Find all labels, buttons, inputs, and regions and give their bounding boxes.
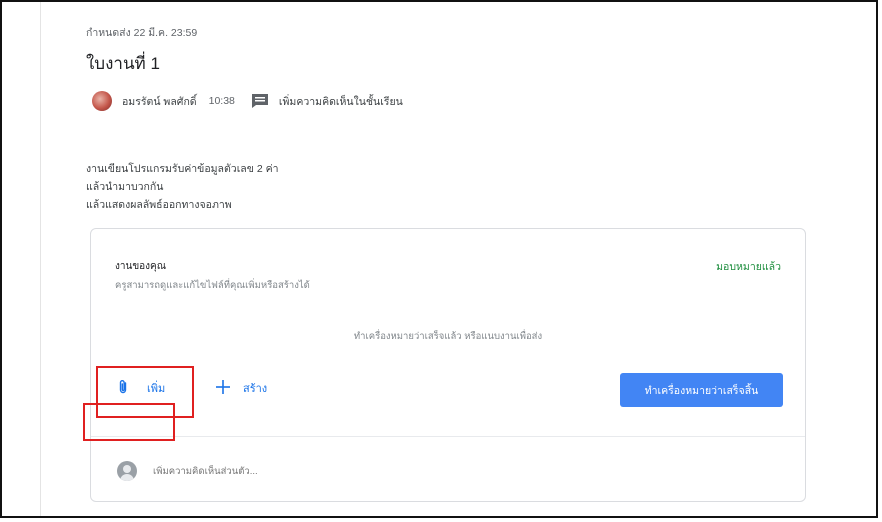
user-avatar-icon	[117, 461, 137, 481]
add-class-comment-link[interactable]: เพิ่มความคิดเห็นในชั้นเรียน	[279, 93, 403, 110]
add-button-label: เพิ่ม	[147, 383, 166, 395]
author-row: อมรรัตน์ พลศักดิ์ 10:38 เพิ่มความคิดเห็น…	[92, 91, 403, 111]
add-button[interactable]: เพิ่ม	[117, 377, 165, 399]
due-date: กำหนดส่ง 22 มี.ค. 23:59	[86, 27, 198, 39]
card-divider	[91, 436, 805, 437]
mark-as-done-button[interactable]: ทำเครื่องหมายว่าเสร็จสิ้น	[620, 373, 783, 407]
author-avatar	[92, 91, 112, 111]
description-line: งานเขียนโปรแกรมรับค่าข้อมูลตัวเลข 2 ค่า	[86, 163, 279, 175]
author-name: อมรรัตน์ พลศักดิ์	[122, 95, 197, 108]
submission-hint: ทำเครื่องหมายว่าเสร็จแล้ว หรือแนบงานเพื่…	[353, 331, 543, 342]
posted-time: 10:38	[208, 95, 235, 107]
description-line: แล้วแสดงผลลัพธ์ออกทางจอภาพ	[86, 199, 232, 211]
private-comment-row	[117, 461, 455, 481]
assignment-title: ใบงานที่ 1	[86, 54, 160, 73]
comment-icon[interactable]	[251, 93, 269, 109]
assignment-description: งานเขียนโปรแกรมรับค่าข้อมูลตัวเลข 2 ค่า …	[86, 160, 279, 214]
paperclip-icon	[117, 379, 129, 398]
your-work-subtitle: ครูสามารถดูและแก้ไขไฟล์ที่คุณเพิ่มหรือสร…	[115, 280, 310, 291]
private-comment-input[interactable]	[151, 464, 455, 478]
your-work-title: งานของคุณ	[115, 261, 167, 272]
plus-icon	[215, 379, 231, 398]
left-divider	[40, 2, 41, 516]
your-work-card: งานของคุณ มอบหมายแล้ว ครูสามารถดูและแก้ไ…	[90, 228, 806, 502]
description-line: แล้วนำมาบวกกัน	[86, 181, 164, 193]
create-button-label: สร้าง	[243, 383, 268, 395]
status-badge: มอบหมายแล้ว	[716, 261, 781, 273]
create-button[interactable]: สร้าง	[215, 377, 267, 399]
